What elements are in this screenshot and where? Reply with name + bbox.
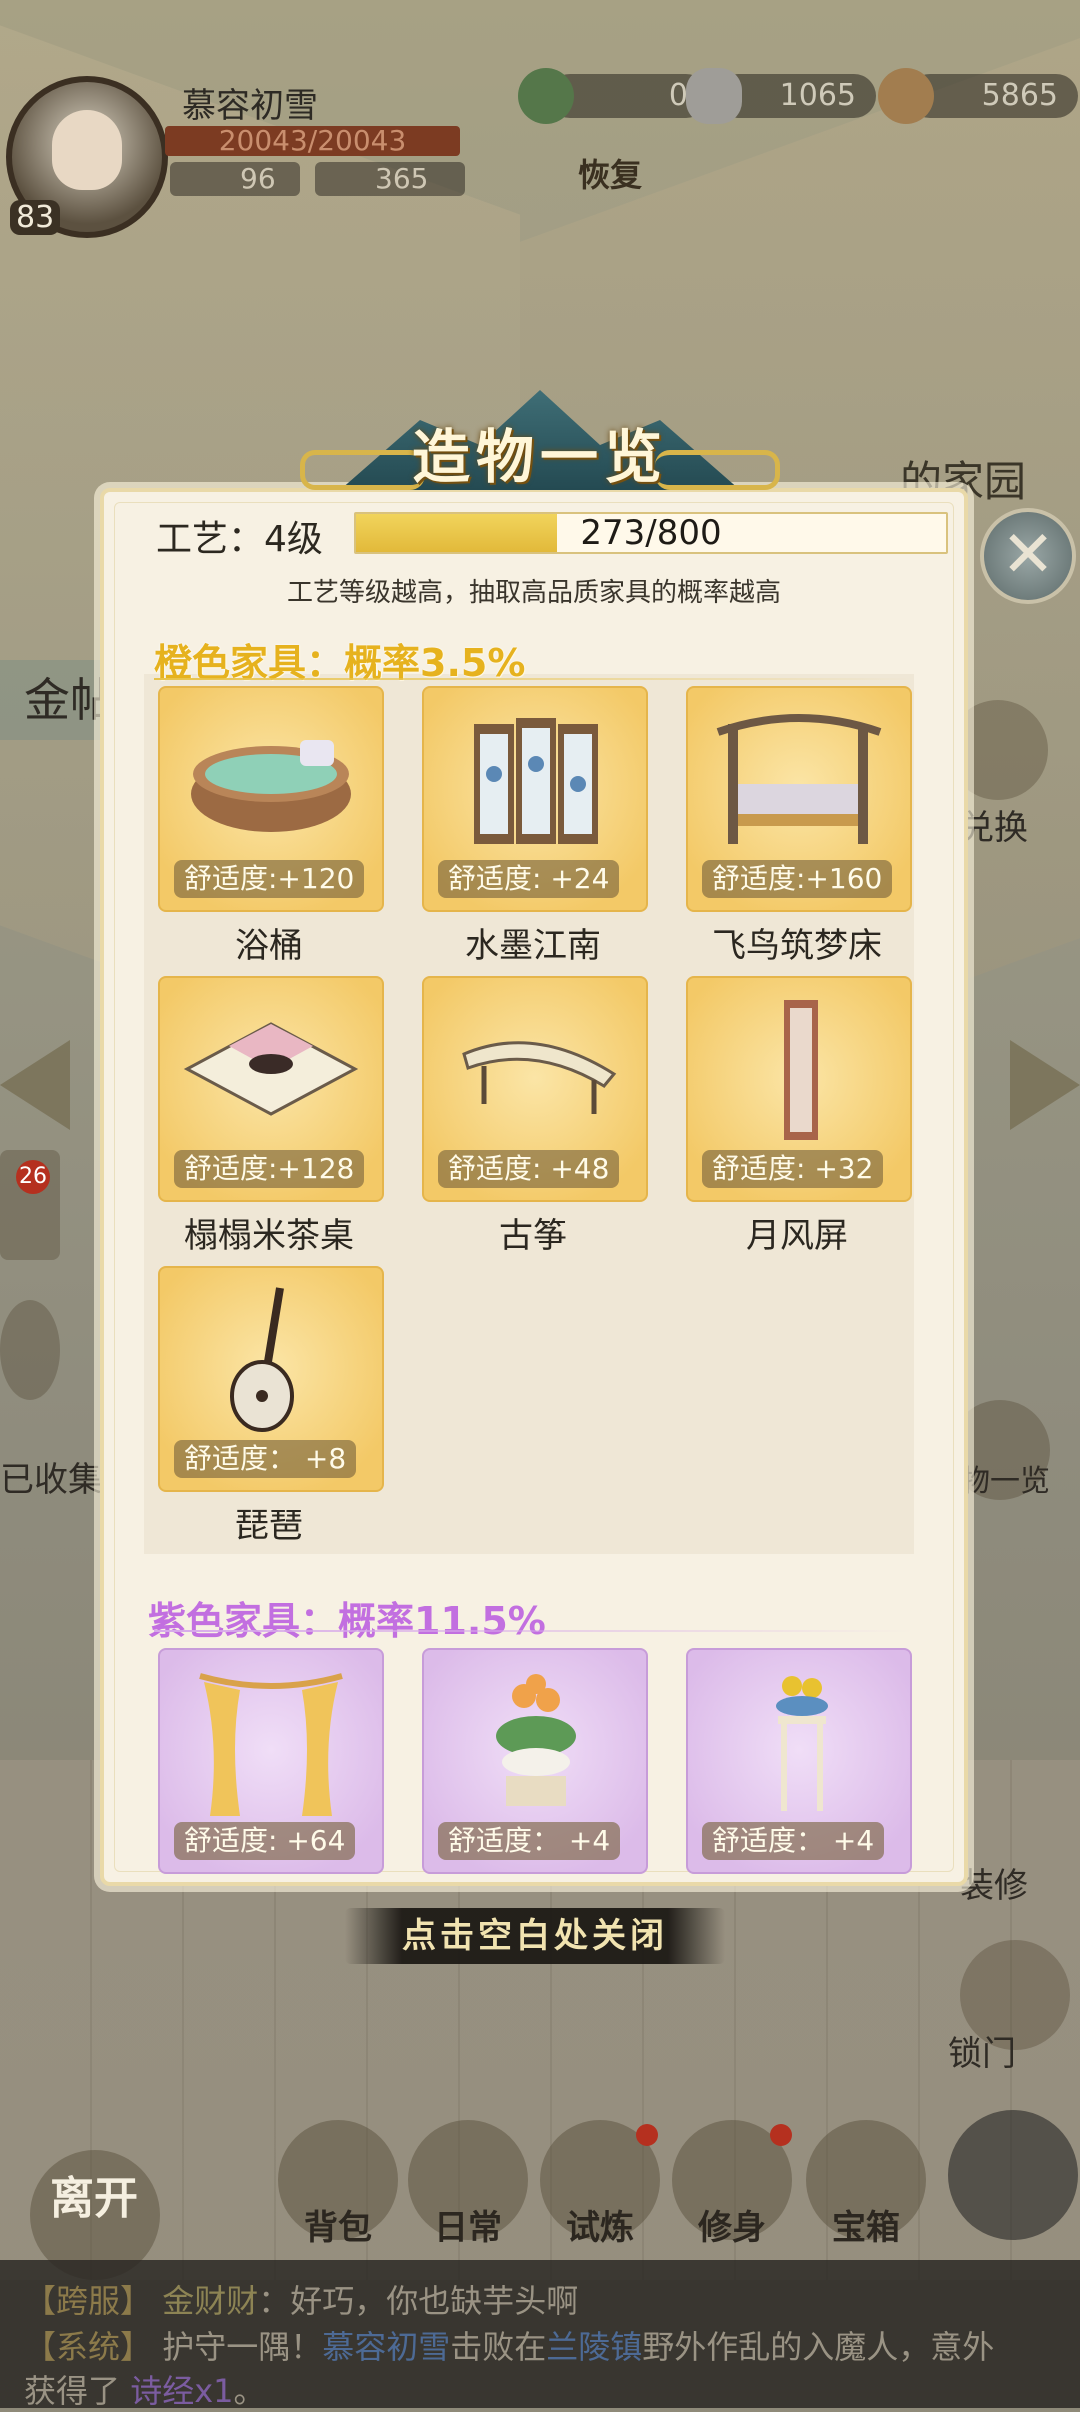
exchange-label[interactable]: 兑换 xyxy=(960,800,1028,849)
comfort-value: 舒适度: +24 xyxy=(438,860,620,898)
player-name: 慕容初雪 xyxy=(182,86,318,126)
guzheng-icon xyxy=(462,1041,617,1114)
craft-overview-panel: 工艺：4级 273/800 工艺等级越高，抽取高品质家具的概率越高 橙色家具：概… xyxy=(100,488,968,1886)
chat-tag: 【系统】 xyxy=(24,2328,153,2366)
comfort-value: 舒适度: +64 xyxy=(174,1822,356,1860)
panel-title: 造物一览 xyxy=(411,423,668,491)
furniture-card-bathtub[interactable]: 舒适度:+120 xyxy=(158,686,384,912)
player-stat-b: 365 xyxy=(315,162,465,196)
chat-player-link[interactable]: 慕容初雪 xyxy=(322,2328,450,2366)
expand-menu-button[interactable] xyxy=(948,2110,1078,2240)
collected-label[interactable]: 已收集 xyxy=(0,1452,102,1501)
npc-badge: 26 xyxy=(16,1160,50,1194)
chat-message: 野外作乱的入魔人，意外 xyxy=(642,2328,995,2366)
chat-bubble-icon[interactable] xyxy=(0,1300,60,1400)
craft-level-label: 工艺：4级 xyxy=(156,519,323,560)
leave-label[interactable]: 离开 xyxy=(34,2162,154,2226)
scroll-right-arrow[interactable] xyxy=(1010,1040,1080,1130)
repair-label[interactable]: 装修 xyxy=(960,1858,1028,1907)
furniture-card-ink-screen[interactable]: 舒适度: +24 xyxy=(422,686,648,912)
craft-progress-text: 273/800 xyxy=(580,513,722,553)
chat-message: 获得了 xyxy=(24,2372,121,2410)
silver-ingot-icon xyxy=(686,68,742,124)
comfort-value: 舒适度： +4 xyxy=(702,1822,885,1860)
folding-screen-icon xyxy=(474,718,598,844)
stat-a-value: 96 xyxy=(240,162,276,195)
comfort-value: 舒适度:+160 xyxy=(702,860,893,898)
tatami-table-icon xyxy=(183,1022,359,1116)
resource-copper[interactable]: 5865 xyxy=(878,68,1078,124)
furniture-card-bird-bed[interactable]: 舒适度:+160 xyxy=(686,686,912,912)
furniture-name: 古筝 xyxy=(499,1216,567,1256)
canopy-bed-icon xyxy=(716,714,882,844)
scroll-left-arrow[interactable] xyxy=(0,1040,70,1130)
close-button[interactable]: ✕ xyxy=(980,508,1076,604)
treasure-chest-label[interactable]: 宝箱 xyxy=(806,2200,926,2249)
furniture-card-pipa[interactable]: 舒适度： +8 xyxy=(158,1266,384,1492)
furniture-card-moon-screen[interactable]: 舒适度: +32 xyxy=(686,976,912,1202)
curtain-icon xyxy=(199,1673,343,1816)
furniture-name: 浴桶 xyxy=(235,926,303,966)
daily-label[interactable]: 日常 xyxy=(408,2200,528,2249)
resource-silver[interactable]: 1065 xyxy=(686,68,876,124)
chat-message: 击败在 xyxy=(450,2328,547,2366)
purple-section-title: 紫色家具：概率11.5% xyxy=(148,1599,546,1643)
chat-tag: 【跨服】 xyxy=(24,2282,153,2320)
stat-b-value: 365 xyxy=(375,162,429,195)
tap-blank-to-close-hint[interactable]: 点击空白处关闭 xyxy=(345,1908,725,1964)
comfort-value: 舒适度:+128 xyxy=(174,1150,365,1188)
trial-red-dot xyxy=(636,2124,658,2146)
restore-button[interactable]: 恢复 xyxy=(578,150,642,196)
resource-copper-value: 5865 xyxy=(981,78,1058,113)
bathtub-icon xyxy=(191,740,351,832)
player-stat-a: 96 xyxy=(170,162,300,196)
chat-message: ：好巧，你也缺芋头啊 xyxy=(258,2282,579,2320)
comfort-value: 舒适度: +32 xyxy=(702,1150,884,1188)
comfort-value: 舒适度: +48 xyxy=(438,1150,620,1188)
furniture-name: 榻榻米茶桌 xyxy=(184,1216,354,1256)
player-level: 83 xyxy=(10,200,61,235)
furniture-card-flower-pot[interactable]: 舒适度： +4 xyxy=(422,1648,648,1874)
craft-progress-bar: 273/800 xyxy=(354,512,948,554)
panel-title-banner: 造物一览 xyxy=(300,370,780,491)
furniture-name: 月风屏 xyxy=(746,1216,848,1256)
close-icon: ✕ xyxy=(1001,518,1055,592)
furniture-card-tatami-table[interactable]: 舒适度:+128 xyxy=(158,976,384,1202)
chat-message: 。 xyxy=(233,2372,266,2410)
cultivate-label[interactable]: 修身 xyxy=(672,2200,792,2249)
flower-stand-icon xyxy=(776,1676,828,1811)
chat-sender[interactable]: 金财财 xyxy=(162,2282,258,2320)
chat-place-link[interactable]: 兰陵镇 xyxy=(546,2328,642,2366)
furniture-name: 水墨江南 xyxy=(465,926,601,966)
comfort-value: 舒适度： +4 xyxy=(438,1822,621,1860)
chat-line-2: 【系统】 护守一隅！慕容初雪击败在兰陵镇野外作乱的入魔人，意外 xyxy=(24,2322,994,2368)
orange-section-divider xyxy=(154,678,914,680)
chat-line-3: 获得了 诗经x1。 xyxy=(24,2366,266,2412)
chat-line-1: 【跨服】 金财财：好巧，你也缺芋头啊 xyxy=(24,2276,578,2322)
resource-jade[interactable]: 0 xyxy=(518,68,708,124)
jade-dragon-icon xyxy=(518,68,574,124)
lock-label[interactable]: 锁门 xyxy=(948,2026,1016,2075)
cultivate-red-dot xyxy=(770,2124,792,2146)
chat-panel[interactable]: 【跨服】 金财财：好巧，你也缺芋头啊 【系统】 护守一隅！慕容初雪击败在兰陵镇野… xyxy=(0,2260,1080,2410)
chat-item-link[interactable]: 诗经x1 xyxy=(130,2372,233,2410)
player-hp-bar: 20043/20043 xyxy=(165,126,460,156)
furniture-card-guzheng[interactable]: 舒适度: +48 xyxy=(422,976,648,1202)
furniture-name: 飞鸟筑梦床 xyxy=(712,926,882,966)
furniture-card-flower-stand[interactable]: 舒适度： +4 xyxy=(686,1648,912,1874)
furniture-name: 琵琶 xyxy=(235,1506,303,1546)
bag-label[interactable]: 背包 xyxy=(278,2200,398,2249)
comfort-value: 舒适度： +8 xyxy=(174,1440,357,1478)
resource-silver-value: 1065 xyxy=(779,78,856,113)
chat-message: 护守一隅！ xyxy=(162,2328,323,2366)
trial-label[interactable]: 试炼 xyxy=(540,2200,660,2249)
comfort-value: 舒适度:+120 xyxy=(174,860,365,898)
copper-coins-icon xyxy=(878,68,934,124)
pipa-icon xyxy=(230,1287,294,1432)
furniture-card-curtain[interactable]: 舒适度: +64 xyxy=(158,1648,384,1874)
purple-section-divider xyxy=(154,1630,914,1632)
standing-screen-icon xyxy=(784,1000,818,1140)
potted-flower-icon xyxy=(496,1674,576,1806)
craft-hint: 工艺等级越高，抽取高品质家具的概率越高 xyxy=(286,578,781,608)
